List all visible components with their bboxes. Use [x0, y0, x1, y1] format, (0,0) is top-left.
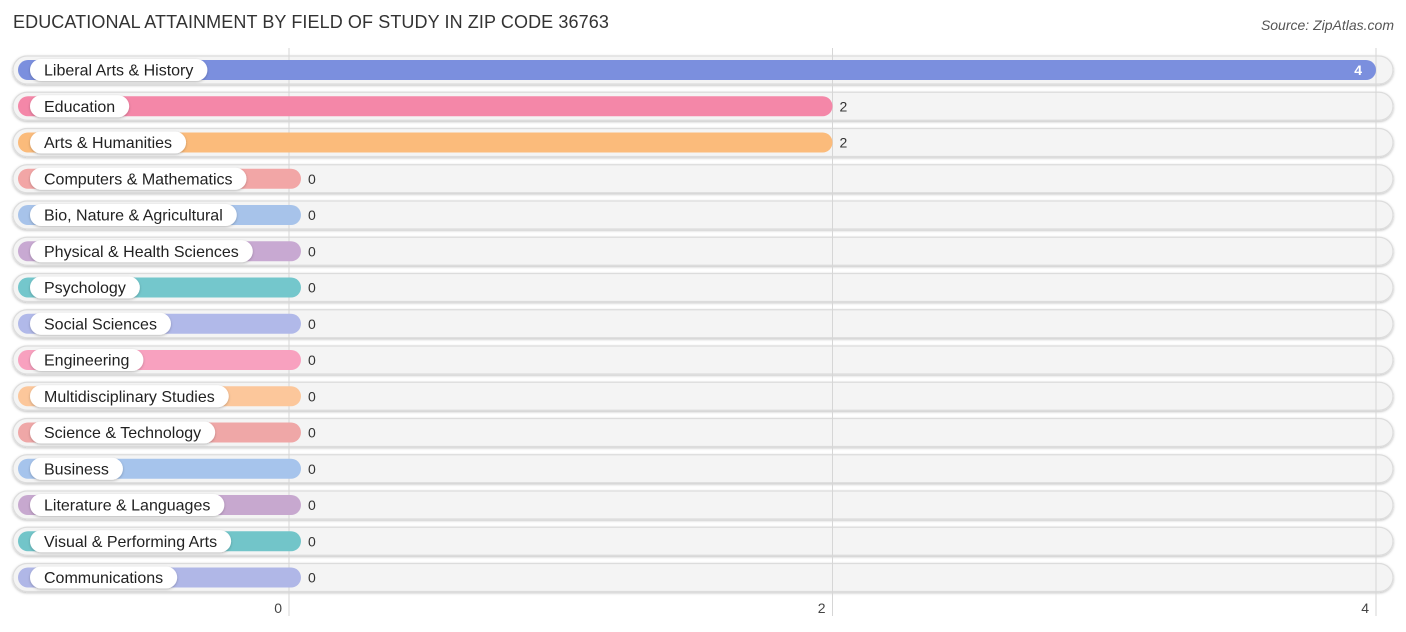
category-label: Communications [44, 570, 163, 587]
x-tick-label: 2 [818, 600, 826, 616]
category-label: Visual & Performing Arts [44, 534, 217, 551]
value-label: 4 [1354, 62, 1362, 78]
category-label: Multidisciplinary Studies [44, 389, 215, 406]
value-label: 0 [308, 243, 316, 259]
category-label: Liberal Arts & History [44, 63, 193, 80]
category-label: Arts & Humanities [44, 135, 172, 152]
value-label: 0 [308, 280, 316, 296]
value-label: 0 [308, 461, 316, 477]
category-label: Literature & Languages [44, 498, 210, 515]
value-label: 0 [308, 207, 316, 223]
category-label: Psychology [44, 280, 126, 297]
value-label: 0 [308, 352, 316, 368]
category-label: Computers & Mathematics [44, 171, 233, 188]
value-label: 2 [840, 98, 848, 114]
value-label: 0 [308, 316, 316, 332]
category-label: Social Sciences [44, 316, 157, 333]
category-label: Physical & Health Sciences [44, 244, 239, 261]
category-label: Education [44, 99, 115, 116]
value-label: 2 [840, 135, 848, 151]
value-label: 0 [308, 388, 316, 404]
x-tick-label: 4 [1361, 600, 1369, 616]
x-tick-label: 0 [274, 600, 282, 616]
category-label: Engineering [44, 353, 129, 370]
bar[interactable] [18, 96, 833, 117]
value-label: 0 [308, 425, 316, 441]
category-label: Business [44, 461, 109, 478]
bar[interactable] [18, 60, 1376, 80]
value-label: 0 [308, 171, 316, 187]
value-label: 0 [308, 570, 316, 586]
category-label: Science & Technology [44, 425, 201, 442]
value-label: 0 [308, 497, 316, 513]
category-label: Bio, Nature & Agricultural [44, 208, 223, 225]
value-label: 0 [308, 533, 316, 549]
bar-chart: Liberal Arts & History 4 Education 2 Arts & … [12, 48, 1394, 616]
